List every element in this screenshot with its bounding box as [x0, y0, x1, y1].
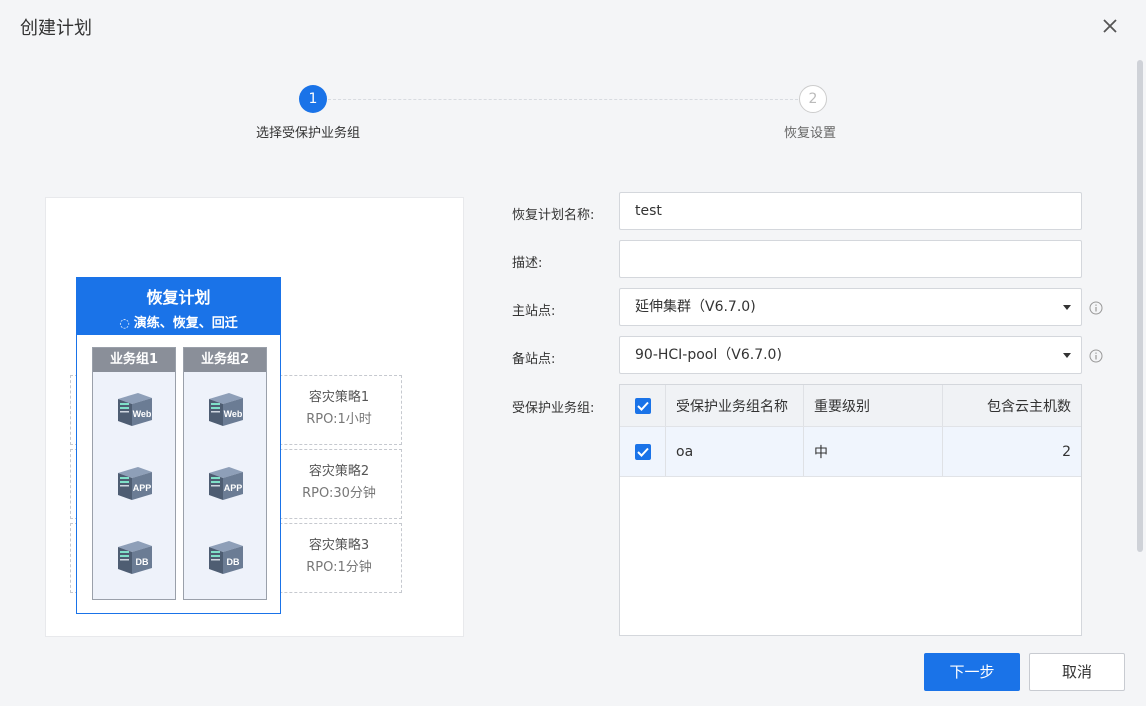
- groups-label: 受保护业务组:: [512, 401, 595, 416]
- column-header-level[interactable]: 重要级别: [804, 385, 943, 426]
- svg-text:Web: Web: [224, 409, 243, 419]
- svg-text:APP: APP: [133, 483, 152, 493]
- plan-name-field[interactable]: [635, 194, 1081, 228]
- policy-name: 容灾策略1: [308, 390, 370, 405]
- app-server-icon: APP: [205, 464, 247, 504]
- plan-header: 恢复计划 ◌ 演练、恢复、回迁: [77, 278, 280, 335]
- column-header-name[interactable]: 受保护业务组名称: [666, 385, 804, 426]
- row-checkbox[interactable]: [634, 443, 651, 460]
- policy-rpo: RPO:1小时: [306, 412, 372, 427]
- group-header: 业务组2: [184, 348, 266, 372]
- cell-count: 2: [1062, 443, 1071, 460]
- web-server-icon: Web: [205, 390, 247, 430]
- scrollbar[interactable]: [1137, 60, 1143, 552]
- policy-2: 容灾策略2 RPO:30分钟: [274, 461, 404, 505]
- row-checkbox-cell: [620, 427, 666, 476]
- policy-name: 容灾策略2: [308, 464, 370, 479]
- db-server-icon: DB: [114, 538, 156, 578]
- info-icon[interactable]: [1089, 301, 1103, 315]
- app-server-icon: APP: [114, 464, 156, 504]
- step-1-label: 选择受保护业务组: [256, 126, 361, 141]
- recovery-plan-illustration: 恢复计划 ◌ 演练、恢复、回迁 业务组1 业务组2 容灾策略1 RPO:1小时 容…: [45, 197, 464, 637]
- backup-site-value: 90-HCI-pool（V6.7.0): [635, 347, 782, 363]
- desc-label: 描述:: [512, 256, 543, 271]
- spinner-icon: ◌: [119, 316, 130, 330]
- policy-3: 容灾策略3 RPO:1分钟: [274, 535, 404, 579]
- plan-name-label: 恢复计划名称:: [512, 208, 595, 223]
- select-all-checkbox[interactable]: [634, 397, 651, 414]
- svg-text:DB: DB: [227, 557, 240, 567]
- cell-level: 中: [804, 427, 943, 476]
- info-icon[interactable]: [1089, 349, 1103, 363]
- business-group-table: 受保护业务组名称 重要级别 包含云主机数 oa 中 2: [619, 384, 1082, 636]
- primary-site-select[interactable]: 延伸集群（V6.7.0): [619, 288, 1082, 326]
- policy-rpo: RPO:1分钟: [306, 560, 372, 575]
- web-server-icon: Web: [114, 390, 156, 430]
- header-checkbox-cell: [620, 385, 666, 426]
- cell-name: oa: [666, 427, 804, 476]
- desc-field[interactable]: [635, 242, 1081, 276]
- policy-name: 容灾策略3: [308, 538, 370, 553]
- step-2-indicator: 2: [799, 85, 827, 113]
- primary-site-value: 延伸集群（V6.7.0): [635, 299, 756, 315]
- db-server-icon: DB: [205, 538, 247, 578]
- plan-title: 恢复计划: [146, 288, 211, 307]
- step-2-label: 恢复设置: [784, 126, 837, 141]
- svg-text:APP: APP: [224, 483, 243, 493]
- next-button[interactable]: 下一步: [924, 653, 1020, 691]
- policy-rpo: RPO:30分钟: [302, 486, 376, 501]
- primary-site-label: 主站点:: [512, 304, 556, 319]
- backup-site-select[interactable]: 90-HCI-pool（V6.7.0): [619, 336, 1082, 374]
- close-icon[interactable]: [1100, 16, 1120, 36]
- step-1-indicator: 1: [299, 85, 327, 113]
- svg-text:DB: DB: [136, 557, 149, 567]
- column-header-count[interactable]: 包含云主机数: [943, 385, 1081, 426]
- group-header: 业务组1: [93, 348, 175, 372]
- caret-down-icon: [1063, 353, 1071, 358]
- step-connector: [328, 99, 798, 100]
- plan-name-input[interactable]: [619, 192, 1082, 230]
- desc-input[interactable]: [619, 240, 1082, 278]
- plan-subtitle: ◌ 演练、恢复、回迁: [77, 312, 280, 331]
- plan-subtitle-text: 演练、恢复、回迁: [133, 316, 238, 331]
- policy-1: 容灾策略1 RPO:1小时: [274, 387, 404, 431]
- recovery-plan-box: 恢复计划 ◌ 演练、恢复、回迁 业务组1 业务组2: [76, 277, 281, 614]
- table-row[interactable]: oa 中 2: [620, 427, 1081, 477]
- dialog-title: 创建计划: [20, 18, 92, 39]
- table-header: 受保护业务组名称 重要级别 包含云主机数: [620, 385, 1081, 427]
- backup-site-label: 备站点:: [512, 352, 556, 367]
- caret-down-icon: [1063, 305, 1071, 310]
- svg-text:Web: Web: [133, 409, 152, 419]
- cancel-button[interactable]: 取消: [1029, 653, 1125, 691]
